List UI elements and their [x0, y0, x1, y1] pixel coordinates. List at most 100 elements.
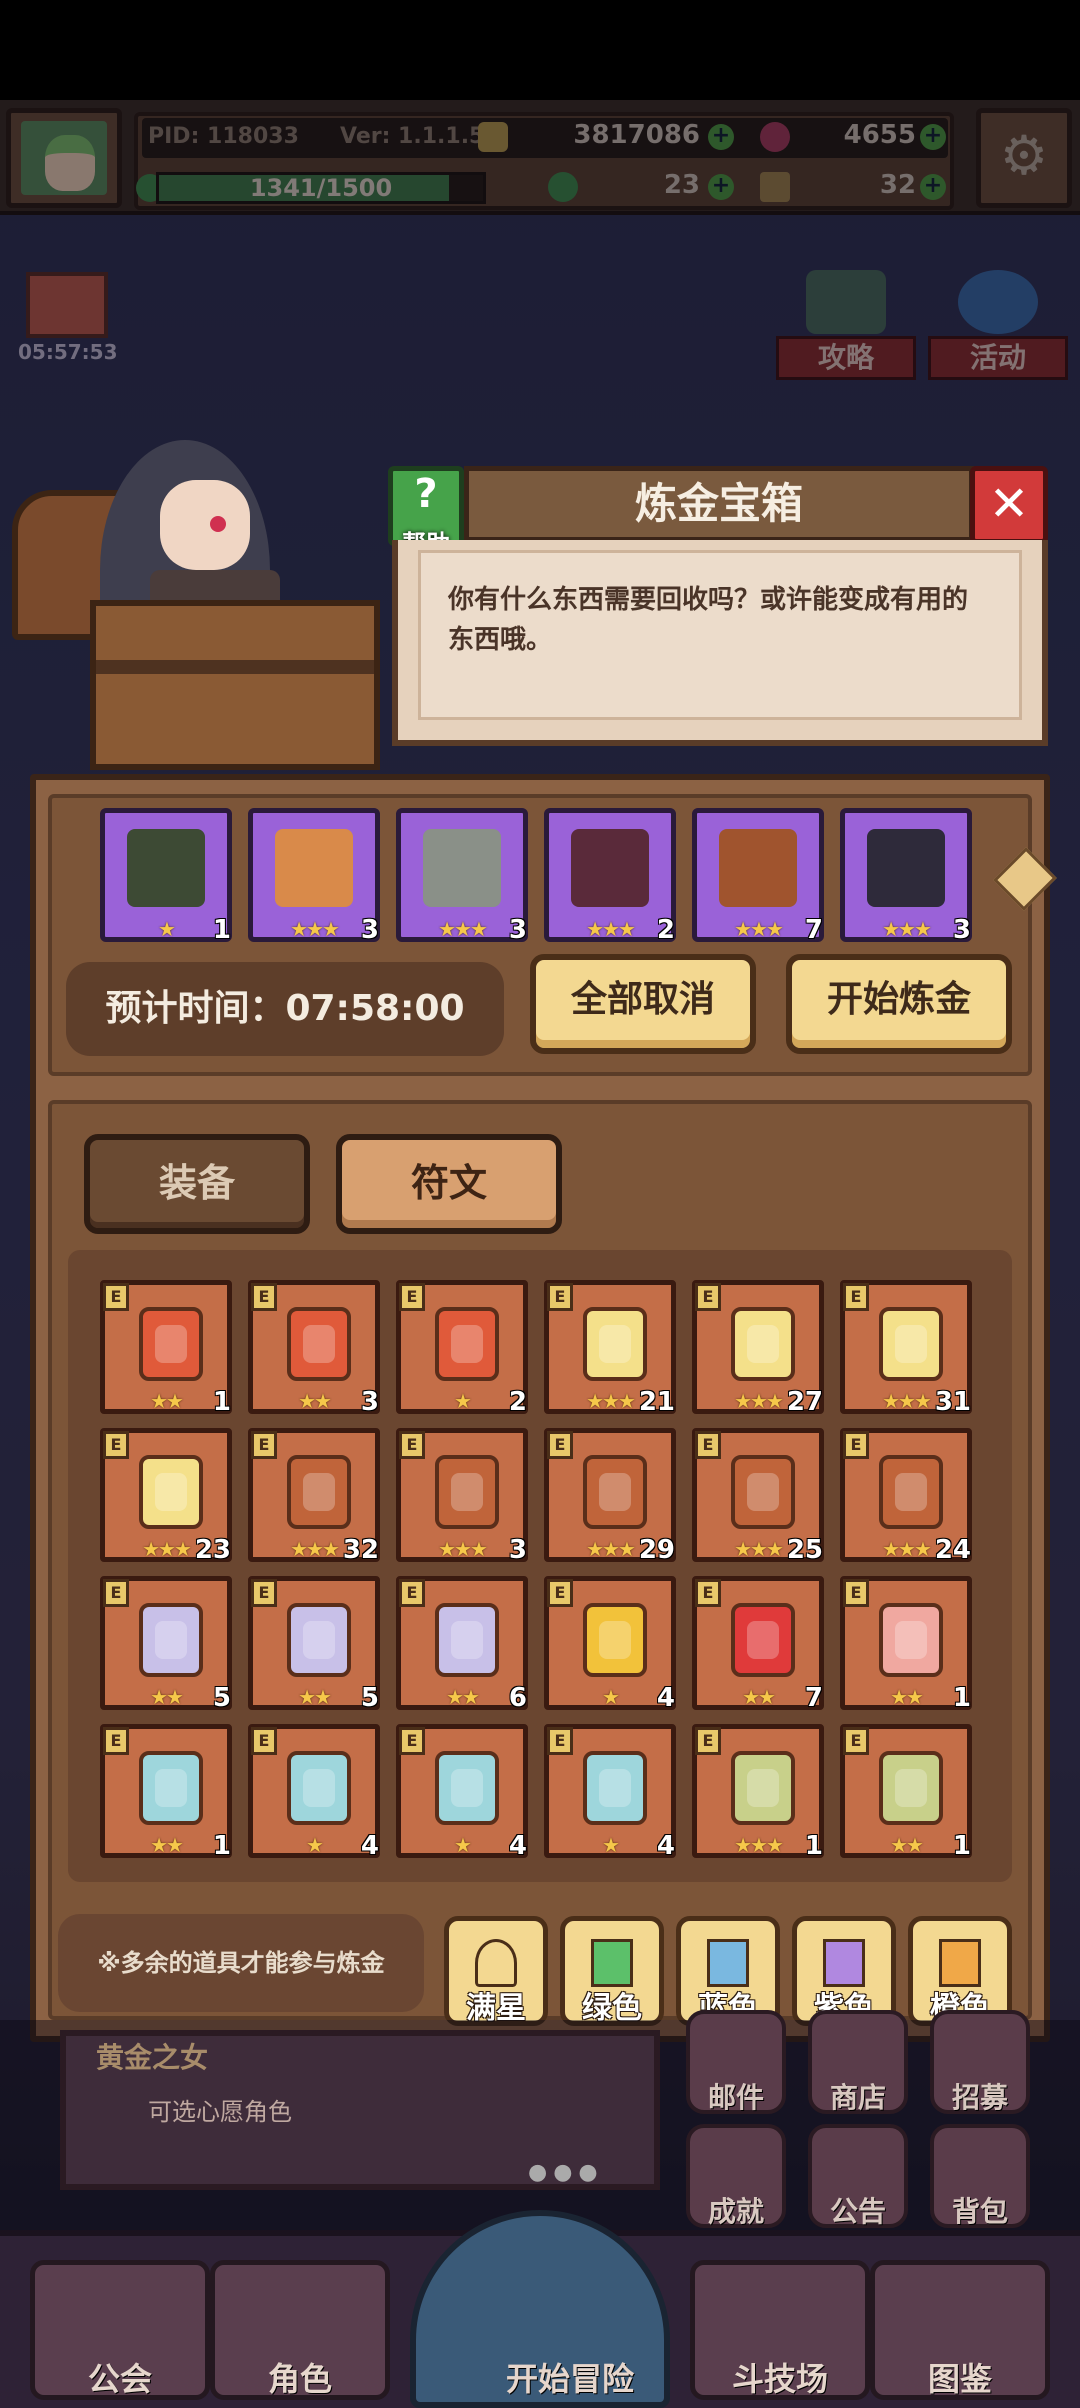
- menu-label: 公告: [829, 2195, 886, 2228]
- rune-gem-icon: [435, 1455, 499, 1529]
- nav-label: 角色: [267, 2360, 332, 2398]
- equipped-badge: E: [103, 1727, 129, 1755]
- equipped-badge: E: [251, 1727, 277, 1755]
- dialog-message: 你有什么东西需要回收吗？或许能变成有用的东西哦。: [448, 585, 969, 655]
- star-rating: ★: [602, 1833, 620, 1857]
- equipped-badge: E: [547, 1579, 573, 1607]
- rune-card[interactable]: E ★★★ 31: [840, 1280, 972, 1417]
- star-rating: ★: [602, 1685, 620, 1709]
- rune-count: 1: [212, 1831, 231, 1861]
- star-rating: ★★★: [438, 917, 488, 941]
- rune-card[interactable]: E ★★★ 1: [692, 1724, 824, 1861]
- rune-count: 4: [656, 1831, 675, 1861]
- rune-card[interactable]: E ★★★ 29: [544, 1428, 676, 1565]
- menu-label: 成就: [707, 2195, 764, 2228]
- rune-card[interactable]: E ★★ 1: [100, 1280, 232, 1417]
- rune-gem-icon: [879, 1307, 943, 1381]
- filter-button-1[interactable]: 绿色: [560, 1916, 664, 2026]
- plate-armor-icon: [423, 829, 501, 907]
- rune-card[interactable]: E ★★ 5: [248, 1576, 380, 1713]
- rune-gem-icon: [139, 1455, 203, 1529]
- rune-card[interactable]: E ★★ 3: [248, 1280, 380, 1417]
- rune-gem-icon: [583, 1307, 647, 1381]
- tab-runes[interactable]: 符文: [336, 1134, 562, 1234]
- star-rating: ★★: [298, 1389, 332, 1413]
- equipped-badge: E: [399, 1579, 425, 1607]
- star-rating: ★★: [890, 1833, 924, 1857]
- star-rating: ★★★: [438, 1537, 488, 1561]
- item-count: 2: [656, 915, 675, 945]
- selected-item-slot[interactable]: ★ 1: [100, 808, 232, 945]
- banner-page-dots: ●●●: [528, 2160, 604, 2185]
- rune-card[interactable]: E ★★★ 3: [396, 1428, 528, 1565]
- estimated-time: 预计时间：07:58:00: [105, 988, 465, 1029]
- equipped-badge: E: [251, 1579, 277, 1607]
- star-rating: ★★: [298, 1685, 332, 1709]
- boot-icon: [571, 829, 649, 907]
- start-alchemy-button[interactable]: 开始炼金: [786, 954, 1012, 1054]
- rune-count: 4: [508, 1831, 527, 1861]
- rune-count: 24: [934, 1535, 971, 1565]
- selected-item-slot[interactable]: ★★★ 2: [544, 808, 676, 945]
- rune-card[interactable]: E ★★★ 21: [544, 1280, 676, 1417]
- rune-count: 7: [804, 1683, 823, 1713]
- menu-label: 背包: [951, 2195, 1008, 2228]
- rune-symbol: [303, 1473, 335, 1511]
- rune-count: 3: [360, 1387, 379, 1417]
- rune-gem-icon: [731, 1603, 795, 1677]
- rune-card[interactable]: E ★★★ 27: [692, 1280, 824, 1417]
- rune-card[interactable]: E ★★ 7: [692, 1576, 824, 1713]
- rune-gem-icon: [731, 1751, 795, 1825]
- rune-symbol: [747, 1769, 779, 1807]
- selected-item-slot[interactable]: ★★★ 3: [840, 808, 972, 945]
- rune-card[interactable]: E ★ 4: [396, 1724, 528, 1861]
- dialog-title-bar: 炼金宝箱: [464, 466, 974, 542]
- rune-count: 23: [194, 1535, 231, 1565]
- rune-symbol: [451, 1621, 483, 1659]
- rune-symbol: [155, 1325, 187, 1363]
- selected-item-slot[interactable]: ★★★ 7: [692, 808, 824, 945]
- rune-symbol: [155, 1769, 187, 1807]
- rune-count: 25: [786, 1535, 823, 1565]
- color-swatch: [939, 1939, 981, 1987]
- color-swatch: [707, 1939, 749, 1987]
- nav-label: 图鉴: [927, 2360, 992, 2398]
- equipped-badge: E: [547, 1283, 573, 1311]
- banner-subtitle: 可选心愿角色: [148, 2098, 292, 2126]
- rune-card[interactable]: E ★★ 1: [840, 1724, 972, 1861]
- rune-gem-icon: [583, 1751, 647, 1825]
- rune-card[interactable]: E ★★ 1: [840, 1576, 972, 1713]
- dialog-body: 你有什么东西需要回收吗？或许能变成有用的东西哦。: [392, 540, 1048, 746]
- rune-card[interactable]: E ★ 4: [544, 1576, 676, 1713]
- rune-card[interactable]: E ★★ 6: [396, 1576, 528, 1713]
- selected-item-slot[interactable]: ★★★ 3: [248, 808, 380, 945]
- rune-symbol: [303, 1621, 335, 1659]
- star-rating: ★★★: [734, 1833, 784, 1857]
- rune-count: 1: [952, 1683, 971, 1713]
- equipped-badge: E: [399, 1283, 425, 1311]
- helmet-icon: [127, 829, 205, 907]
- equipped-badge: E: [103, 1579, 129, 1607]
- rune-card[interactable]: E ★ 4: [248, 1724, 380, 1861]
- rune-card[interactable]: E ★ 4: [544, 1724, 676, 1861]
- rune-count: 1: [212, 1387, 231, 1417]
- tab-equipment[interactable]: 装备: [84, 1134, 310, 1234]
- close-button[interactable]: ✕: [970, 466, 1048, 544]
- rune-card[interactable]: E ★★★ 32: [248, 1428, 380, 1565]
- rune-card[interactable]: E ★★★ 25: [692, 1428, 824, 1565]
- rune-gem-icon: [139, 1307, 203, 1381]
- rune-gem-icon: [879, 1455, 943, 1529]
- rune-card[interactable]: E ★★★ 24: [840, 1428, 972, 1565]
- rune-count: 29: [638, 1535, 675, 1565]
- cancel-all-button[interactable]: 全部取消: [530, 954, 756, 1054]
- rune-card[interactable]: E ★★★ 23: [100, 1428, 232, 1565]
- filter-button-0[interactable]: 满星: [444, 1916, 548, 2026]
- rune-symbol: [155, 1473, 187, 1511]
- rune-card[interactable]: E ★★ 1: [100, 1724, 232, 1861]
- equipped-badge: E: [547, 1727, 573, 1755]
- rune-card[interactable]: E ★★ 5: [100, 1576, 232, 1713]
- star-rating: ★★★: [882, 917, 932, 941]
- boot-icon: [719, 829, 797, 907]
- rune-card[interactable]: E ★ 2: [396, 1280, 528, 1417]
- selected-item-slot[interactable]: ★★★ 3: [396, 808, 528, 945]
